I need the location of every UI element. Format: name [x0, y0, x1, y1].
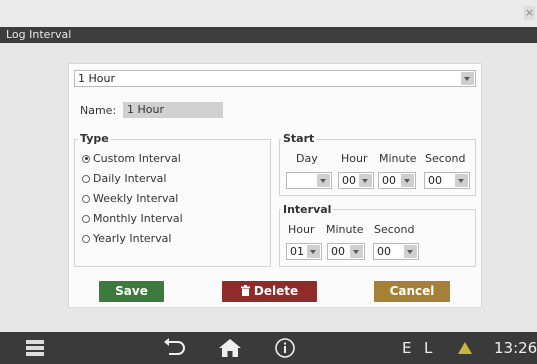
- home-icon[interactable]: [218, 332, 242, 364]
- interval-minute-select[interactable]: 00: [327, 243, 365, 260]
- radio-label: Weekly Interval: [93, 192, 179, 205]
- radio-icon: [82, 194, 90, 203]
- top-bar: ×: [0, 0, 537, 27]
- interval-hour-header: Hour: [288, 223, 315, 236]
- chevron-down-icon: [461, 72, 474, 85]
- name-label: Name:: [80, 104, 117, 117]
- start-legend: Start: [281, 132, 317, 145]
- status-e: E: [402, 339, 412, 357]
- info-icon[interactable]: [274, 332, 296, 364]
- cancel-button[interactable]: Cancel: [374, 281, 450, 302]
- radio-label: Yearly Interval: [93, 232, 172, 245]
- interval-minute-header: Minute: [326, 223, 364, 236]
- bottom-nav-bar: E L 13:26: [0, 332, 537, 364]
- start-second-header: Second: [425, 152, 466, 165]
- radio-selected-icon: [82, 154, 90, 163]
- back-icon[interactable]: [163, 332, 185, 364]
- chevron-down-icon: [401, 174, 414, 187]
- radio-weekly-interval[interactable]: Weekly Interval: [82, 192, 178, 205]
- radio-monthly-interval[interactable]: Monthly Interval: [82, 212, 183, 225]
- dialog-title: Log Interval: [0, 27, 537, 43]
- start-minute-header: Minute: [379, 152, 417, 165]
- chevron-down-icon: [350, 245, 363, 258]
- radio-yearly-interval[interactable]: Yearly Interval: [82, 232, 171, 245]
- radio-label: Daily Interval: [93, 172, 167, 185]
- chevron-down-icon: [404, 245, 417, 258]
- radio-label: Custom Interval: [93, 152, 181, 165]
- radio-custom-interval[interactable]: Custom Interval: [82, 152, 181, 165]
- start-second-select[interactable]: 00: [424, 172, 470, 189]
- preset-select-value: 1 Hour: [78, 72, 115, 85]
- interval-second-header: Second: [374, 223, 415, 236]
- start-day-header: Day: [296, 152, 318, 165]
- start-minute-select[interactable]: 00: [378, 172, 416, 189]
- interval-hour-select[interactable]: 01: [286, 243, 322, 260]
- radio-icon: [82, 174, 90, 183]
- interval-second-select[interactable]: 00: [373, 243, 419, 260]
- radio-icon: [82, 234, 90, 243]
- delete-button[interactable]: Delete: [222, 281, 317, 302]
- chevron-down-icon: [359, 174, 372, 187]
- menu-icon[interactable]: [25, 332, 45, 364]
- close-icon[interactable]: ×: [524, 6, 535, 20]
- start-second-value: 00: [428, 174, 442, 187]
- interval-minute-value: 00: [331, 245, 345, 258]
- start-hour-select[interactable]: 00: [338, 172, 374, 189]
- status-l: L: [424, 339, 433, 357]
- name-field[interactable]: 1 Hour: [123, 102, 223, 118]
- clock-time: 13:26: [494, 339, 537, 357]
- start-minute-value: 00: [382, 174, 396, 187]
- warning-icon[interactable]: [457, 332, 473, 364]
- save-button[interactable]: Save: [99, 281, 164, 302]
- chevron-down-icon: [455, 174, 468, 187]
- start-hour-header: Hour: [341, 152, 368, 165]
- radio-icon: [82, 214, 90, 223]
- interval-second-value: 00: [377, 245, 391, 258]
- interval-legend: Interval: [281, 203, 334, 216]
- start-day-select[interactable]: [286, 172, 332, 189]
- preset-select[interactable]: 1 Hour: [74, 70, 476, 87]
- radio-label: Monthly Interval: [93, 212, 183, 225]
- start-hour-value: 00: [342, 174, 356, 187]
- chevron-down-icon: [307, 245, 320, 258]
- trash-icon: [240, 285, 250, 296]
- chevron-down-icon: [317, 174, 330, 187]
- type-legend: Type: [78, 132, 111, 145]
- delete-label: Delete: [253, 284, 299, 298]
- interval-hour-value: 01: [290, 245, 304, 258]
- radio-daily-interval[interactable]: Daily Interval: [82, 172, 166, 185]
